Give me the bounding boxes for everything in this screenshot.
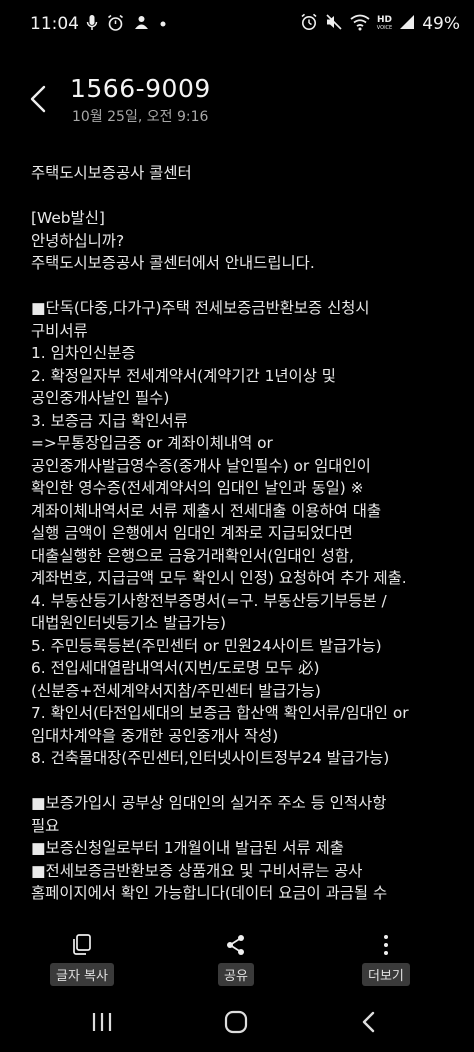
- message-body[interactable]: 주택도시보증공사 콜센터 [Web발신] 안녕하십니까? 주택도시보증공사 콜센터에서…: [31, 162, 459, 907]
- more-button[interactable]: 더보기: [362, 933, 410, 986]
- navigation-bar: [0, 995, 474, 1052]
- signal-icon: [399, 13, 415, 35]
- message-line: [31, 275, 459, 298]
- more-options-icon: [383, 935, 388, 955]
- home-icon: [224, 1010, 248, 1034]
- home-button[interactable]: [223, 1009, 249, 1039]
- copy-text-button[interactable]: 글자 복사: [50, 933, 114, 986]
- message-line: 5. 주민등록등본(주민센터 or 민원24사이트 발급가능): [31, 636, 382, 655]
- message-line: (신분증+전세계약서지참/주민센터 발급가능): [31, 681, 321, 700]
- alarm-clock-icon: [300, 13, 318, 35]
- system-status-icons: HD VOICE 49%: [300, 13, 460, 35]
- conversation-header: 1566-9009 10월 25일, 오전 9:16: [0, 60, 474, 130]
- bixby-icon: [133, 14, 150, 36]
- recent-apps-icon: [92, 1013, 112, 1031]
- message-line: 공인중개사발급영수증(중개사 날인필수) or 임대인이: [31, 456, 371, 475]
- share-label: 공유: [218, 963, 254, 986]
- message-line: 대출실행한 은행으로 금융거래확인서(임대인 성함,: [31, 546, 354, 565]
- message-line: 필요: [31, 816, 60, 835]
- sender-number: 1566-9009: [70, 74, 211, 103]
- message-line: 확인한 영수증(전세계약서의 임대인 날인과 동일) ※: [31, 479, 364, 497]
- message-line: ■단독(다중,다가구)주택 전세보증금반환보증 신청시: [31, 299, 370, 317]
- message-line: 주택도시보증공사 콜센터에서 안내드립니다.: [31, 254, 315, 272]
- wifi-icon: [350, 13, 370, 35]
- alarm-icon: [107, 14, 124, 36]
- message-line: [31, 185, 459, 208]
- recent-apps-button[interactable]: [90, 1009, 114, 1039]
- message-line: 홈페이지에서 확인 가능합니다(데이터 요금이 과금될 수: [31, 884, 388, 902]
- mute-icon: [325, 13, 343, 35]
- microphone-icon: [86, 14, 98, 36]
- battery-percent: 49%: [422, 14, 460, 34]
- status-time: 11:04: [30, 14, 79, 34]
- message-line: 구비서류: [31, 321, 88, 340]
- message-line: [31, 770, 459, 793]
- message-line: 계좌이체내역서로 서류 제출시 전세대출 이용하여 대출: [31, 501, 382, 520]
- notification-icons: [86, 14, 167, 36]
- message-line: 대법원인터넷등기소 발급가능): [31, 614, 226, 632]
- message-line: ■보증신청일로부터 1개월이내 발급된 서류 제출: [31, 839, 344, 857]
- message-line: 주택도시보증공사 콜센터: [31, 164, 192, 182]
- hd-label: HD: [376, 15, 392, 25]
- dot-icon: [159, 14, 167, 36]
- message-line: 2. 확정일자부 전세계약서(계약기간 1년이상 및: [31, 366, 336, 385]
- copy-icon: [73, 934, 91, 955]
- message-line: 1. 임차인신분증: [31, 344, 136, 362]
- action-bar: 글자 복사 공유 더보기: [0, 925, 474, 995]
- message-line: 계좌번호, 지급금액 모두 확인시 인정) 요청하여 추가 제출.: [31, 569, 407, 587]
- voice-label: VOICE: [376, 25, 393, 31]
- message-line: 실행 금액이 은행에서 임대인 계좌로 지급되었다면: [31, 524, 353, 542]
- message-line: 3. 보증금 지급 확인서류: [31, 411, 188, 430]
- message-line: ■보증가입시 공부상 임대인의 실거주 주소 등 인적사항: [31, 794, 387, 812]
- back-arrow-icon: [30, 85, 46, 113]
- message-line: 8. 건축물대장(주민센터,인터넷사이트정부24 발급가능): [31, 749, 390, 767]
- share-button[interactable]: 공유: [218, 933, 254, 986]
- message-line: 공인중개사날인 필수): [31, 389, 170, 407]
- share-icon: [226, 935, 244, 955]
- message-date: 10월 25일, 오전 9:16: [72, 109, 209, 125]
- message-line: =>무통장입금증 or 계좌이체내역 or: [31, 434, 273, 452]
- message-line: 6. 전입세대열람내역서(지번/도로명 모두 必): [31, 659, 320, 677]
- hd-voice-icon: HD VOICE: [377, 16, 392, 32]
- message-line: 임대차계약을 중개한 공인중개사 작성): [31, 726, 279, 745]
- copy-text-label: 글자 복사: [50, 963, 114, 986]
- nav-back-button[interactable]: [358, 1009, 380, 1039]
- message-line: 안녕하십니까?: [31, 231, 125, 250]
- message-line: 4. 부동산등기사항전부증명서(=구. 부동산등기부등본 /: [31, 591, 387, 610]
- back-button[interactable]: [24, 82, 54, 116]
- message-line: [Web발신]: [31, 209, 105, 227]
- more-label: 더보기: [362, 963, 410, 986]
- message-line: 있습니다): [31, 905, 459, 908]
- status-bar: 11:04 HD VOICE 49%: [0, 0, 474, 52]
- nav-back-icon: [362, 1011, 375, 1033]
- message-line: ■전세보증금반환보증 상품개요 및 구비서류는 공사: [31, 861, 363, 880]
- message-line: 7. 확인서(타전입세대의 보증금 합산액 확인서류/임대인 or: [31, 704, 409, 722]
